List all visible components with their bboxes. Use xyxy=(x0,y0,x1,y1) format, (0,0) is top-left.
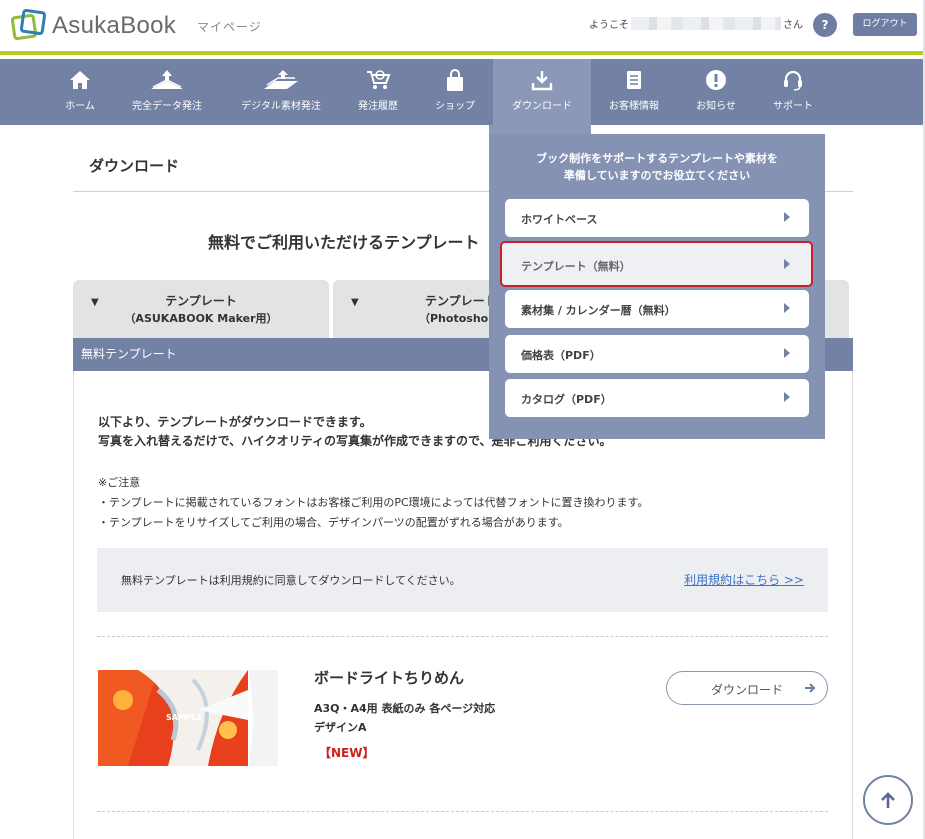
note-line: ・テンプレートに掲載されているフォントはお客様ご利用のPC環境によっては代替フォ… xyxy=(98,496,649,509)
logo-text: AsukaBook xyxy=(52,12,177,39)
dropdown-item-label: 価格表（PDF） xyxy=(521,349,601,362)
product-desc-line: A3Q・A4用 表紙のみ 各ページ対応 xyxy=(314,702,496,715)
arrow-up-icon xyxy=(881,792,895,808)
nav-label: ホーム xyxy=(65,101,95,112)
nav-label: ショップ xyxy=(435,101,475,112)
download-icon xyxy=(531,71,553,91)
dropdown-item-template-free[interactable]: テンプレート（無料） xyxy=(500,241,813,287)
tab-label: テンプレート xyxy=(165,294,237,308)
chevron-right-icon xyxy=(784,212,790,222)
cart-history-icon xyxy=(367,70,391,89)
caret-down-icon: ▼ xyxy=(351,297,359,308)
exclamation-icon xyxy=(706,70,726,90)
back-to-top-button[interactable] xyxy=(863,775,913,825)
terms-notice: 無料テンプレートは利用規約に同意してダウンロードしてください。 利用規約はこちら… xyxy=(97,548,828,612)
dropdown-intro-line: ブック制作をサポートするテンプレートや素材を xyxy=(536,152,778,165)
new-badge: 【NEW】 xyxy=(319,746,375,760)
document-icon xyxy=(627,71,641,89)
nav-item-customer-info[interactable]: お客様情報 xyxy=(603,59,665,125)
nav-item-digital-material-order[interactable]: デジタル素材発注 xyxy=(232,59,330,125)
logout-button[interactable]: ログアウト xyxy=(853,13,917,36)
tab-sublabel: （ASUKABOOK Maker用） xyxy=(124,312,278,325)
chevron-right-icon xyxy=(784,259,790,269)
site-header: AsukaBook マイページ ようこそ さん ? ログアウト xyxy=(0,0,925,55)
dropdown-item-price-list[interactable]: 価格表（PDF） xyxy=(505,335,809,373)
nav-item-home[interactable]: ホーム xyxy=(52,59,108,125)
upload-book-icon xyxy=(151,70,183,89)
kimono-sample-image: SAMPLE xyxy=(98,670,278,766)
nav-label: お客様情報 xyxy=(609,101,659,112)
user-name-redacted xyxy=(631,17,781,30)
section-heading: 無料でご利用いただけるテンプレート xyxy=(208,233,480,252)
logo-mark-icon xyxy=(10,8,47,43)
dropdown-item-catalog[interactable]: カタログ（PDF） xyxy=(505,379,809,417)
nav-label: お知らせ xyxy=(696,101,736,112)
shopping-bag-icon xyxy=(447,69,463,91)
dropdown-intro: ブック制作をサポートするテンプレートや素材を 準備していますのでお役立てください xyxy=(489,150,825,184)
nav-item-order-history[interactable]: 発注履歴 xyxy=(350,59,406,125)
nav-item-notices[interactable]: お知らせ xyxy=(690,59,742,125)
dropdown-item-label: 素材集 / カレンダー暦（無料） xyxy=(521,304,676,317)
nav-item-complete-data-order[interactable]: 完全データ発注 xyxy=(124,59,210,125)
sample-watermark: SAMPLE xyxy=(166,713,202,722)
download-button[interactable]: ダウンロード xyxy=(666,671,828,705)
dropdown-item-white-base[interactable]: ホワイトベース xyxy=(505,199,809,237)
asukabook-logo[interactable]: AsukaBook xyxy=(10,8,177,43)
product-name: ボードライトちりめん xyxy=(314,669,465,687)
notes-title: ※ご注意 xyxy=(98,476,141,489)
chevron-right-icon xyxy=(784,392,790,402)
download-button-label: ダウンロード xyxy=(711,683,784,697)
chevron-right-icon xyxy=(784,348,790,358)
product-thumbnail: SAMPLE xyxy=(98,670,278,766)
dropdown-item-materials-calendar[interactable]: 素材集 / カレンダー暦（無料） xyxy=(505,290,809,328)
nav-label: ダウンロード xyxy=(512,101,572,112)
arrow-right-icon xyxy=(803,681,817,695)
terms-text: 無料テンプレートは利用規約に同意してダウンロードしてください。 xyxy=(121,574,461,587)
terms-link[interactable]: 利用規約はこちら >> xyxy=(684,571,804,588)
welcome-prefix: ようこそ xyxy=(589,20,629,31)
headset-icon xyxy=(784,70,802,91)
welcome-message: ようこそ さん xyxy=(589,16,803,31)
nav-label: 発注履歴 xyxy=(358,101,398,112)
product-desc-line: デザインA xyxy=(314,721,367,734)
home-icon xyxy=(70,71,90,89)
dropdown-item-label: ホワイトベース xyxy=(521,213,598,226)
welcome-suffix: さん xyxy=(783,20,803,31)
main-nav: ホーム 完全データ発注 デジタル素材発注 発注履歴 ショップ ダウンロード お客… xyxy=(0,59,925,125)
dropdown-intro-line: 準備していますのでお役立てください xyxy=(563,169,751,182)
dropdown-item-label: カタログ（PDF） xyxy=(521,393,612,406)
tab-label: テンプレート xyxy=(425,294,497,308)
nav-label: デジタル素材発注 xyxy=(241,101,321,112)
chevron-right-icon xyxy=(784,303,790,313)
upload-material-icon xyxy=(264,70,298,89)
note-line: ・テンプレートをリサイズしてご利用の場合、デザインパーツの配置がずれる場合があり… xyxy=(98,516,569,529)
dashed-divider xyxy=(97,636,828,637)
product-description: A3Q・A4用 表紙のみ 各ページ対応 デザインA xyxy=(314,699,495,737)
dashed-divider xyxy=(97,811,828,812)
notes: ※ご注意 ・テンプレートに掲載されているフォントはお客様ご利用のPC環境によって… xyxy=(98,473,648,533)
help-button[interactable]: ? xyxy=(813,13,837,37)
dropdown-item-label: テンプレート（無料） xyxy=(521,260,631,273)
nav-item-support[interactable]: サポート xyxy=(766,59,820,125)
nav-item-shop[interactable]: ショップ xyxy=(428,59,482,125)
nav-label: サポート xyxy=(773,101,813,112)
tab-template-maker[interactable]: ▼ テンプレート （ASUKABOOK Maker用） xyxy=(73,280,329,338)
mypage-label: マイページ xyxy=(197,20,262,34)
nav-item-download[interactable]: ダウンロード xyxy=(493,59,591,125)
download-dropdown-menu: ブック制作をサポートするテンプレートや素材を 準備していますのでお役立てください… xyxy=(489,125,825,439)
page-title: ダウンロード xyxy=(89,157,180,175)
nav-label: 完全データ発注 xyxy=(132,101,202,112)
